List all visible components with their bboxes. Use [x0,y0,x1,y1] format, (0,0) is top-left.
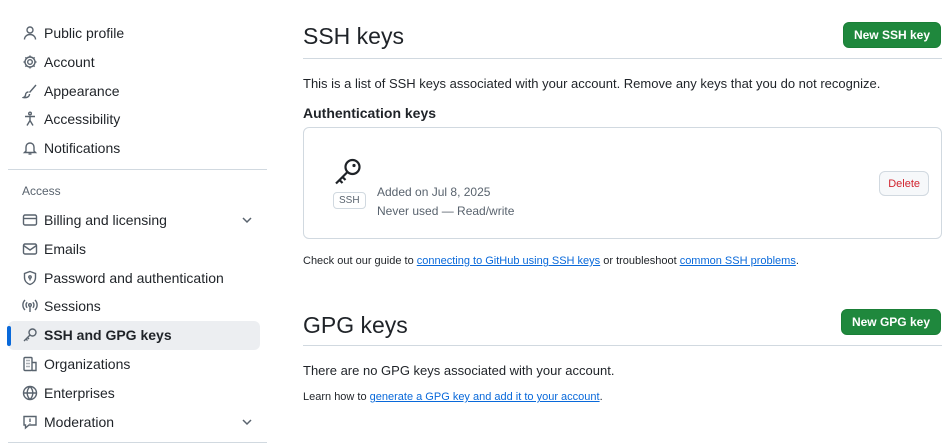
sidebar-item-label: Password and authentication [44,270,224,286]
sidebar-item-label: Enterprises [44,385,115,401]
shield-lock-icon [22,270,38,286]
sidebar-item-emails[interactable]: Emails [8,235,260,264]
organization-icon [22,356,38,372]
sidebar-item-accessibility[interactable]: Accessibility [8,105,260,134]
sidebar-item-label: Public profile [44,25,125,41]
ssh-keys-title: SSH keys [303,23,404,49]
sidebar-item-moderation[interactable]: Moderation [8,408,260,437]
chevron-down-icon[interactable] [240,415,254,429]
ssh-key-item: SSH Added on Jul 8, 2025 Never used — Re… [303,127,942,239]
ssh-description: This is a list of SSH keys associated wi… [303,76,881,91]
gear-icon [22,54,38,70]
sidebar-item-label: Organizations [44,356,131,372]
chevron-down-icon[interactable] [240,213,254,227]
bell-icon [22,140,38,156]
sidebar-item-password-auth[interactable]: Password and authentication [8,264,260,293]
generate-gpg-key-link[interactable]: generate a GPG key and add it to your ac… [370,391,600,403]
sidebar-item-organizations[interactable]: Organizations [8,350,260,379]
sidebar-item-label: Account [44,54,95,70]
sidebar-item-sessions[interactable]: Sessions [8,292,260,321]
settings-sidebar: Public profile Account Appearance Access… [0,0,268,444]
paintbrush-icon [22,83,38,99]
sidebar-item-label: Accessibility [44,111,121,127]
common-ssh-problems-link[interactable]: common SSH problems [680,255,796,267]
sidebar-item-label: Moderation [44,414,115,430]
connecting-ssh-guide-link[interactable]: connecting to GitHub using SSH keys [417,255,600,267]
report-icon [22,414,38,430]
sidebar-item-ssh-gpg-keys[interactable]: SSH and GPG keys [7,321,260,350]
globe-icon [22,385,38,401]
sidebar-item-enterprises[interactable]: Enterprises [8,379,260,408]
sidebar-item-public-profile[interactable]: Public profile [8,19,260,48]
new-ssh-key-button[interactable]: New SSH key [842,22,941,48]
authentication-keys-heading: Authentication keys [303,105,437,121]
sidebar-item-label: SSH and GPG keys [44,327,172,343]
sidebar-item-label: Sessions [44,298,101,314]
guide-middle: or troubleshoot [600,255,680,267]
sidebar-item-label: Appearance [44,83,120,99]
main-content: SSH keys New SSH key This is a list of S… [303,0,942,444]
person-icon [22,25,38,41]
sidebar-section-title: Access [22,184,61,198]
key-usage: Never used — Read/write [377,204,515,218]
new-gpg-key-button[interactable]: New GPG key [840,309,941,335]
sidebar-item-label: Billing and licensing [44,212,167,228]
accessibility-icon [22,111,38,127]
learn-suffix: . [599,391,603,403]
guide-suffix: . [795,255,799,267]
sidebar-item-label: Emails [44,241,87,257]
gpg-empty-text: There are no GPG keys associated with yo… [303,363,615,378]
sidebar-item-account[interactable]: Account [8,48,260,77]
guide-prefix: Check out our guide to [303,255,417,267]
delete-key-button[interactable]: Delete [879,171,929,196]
ssh-badge: SSH [333,192,366,209]
sidebar-item-appearance[interactable]: Appearance [8,77,260,106]
sidebar-divider [8,169,267,170]
ssh-guide-text: Check out our guide to connecting to Git… [303,255,799,267]
key-added-date: Added on Jul 8, 2025 [377,185,491,199]
sidebar-item-notifications[interactable]: Notifications [8,134,260,163]
key-icon [332,156,364,188]
section-divider [303,345,942,346]
broadcast-icon [22,298,38,314]
mail-icon [22,241,38,257]
gpg-keys-title: GPG keys [303,312,408,338]
section-divider [303,58,942,59]
sidebar-item-billing[interactable]: Billing and licensing [8,206,260,235]
gpg-learn-text: Learn how to generate a GPG key and add … [303,391,603,403]
learn-prefix: Learn how to [303,391,370,403]
key-icon [22,327,38,343]
sidebar-divider [8,442,267,443]
sidebar-item-label: Notifications [44,140,121,156]
credit-card-icon [22,212,38,228]
